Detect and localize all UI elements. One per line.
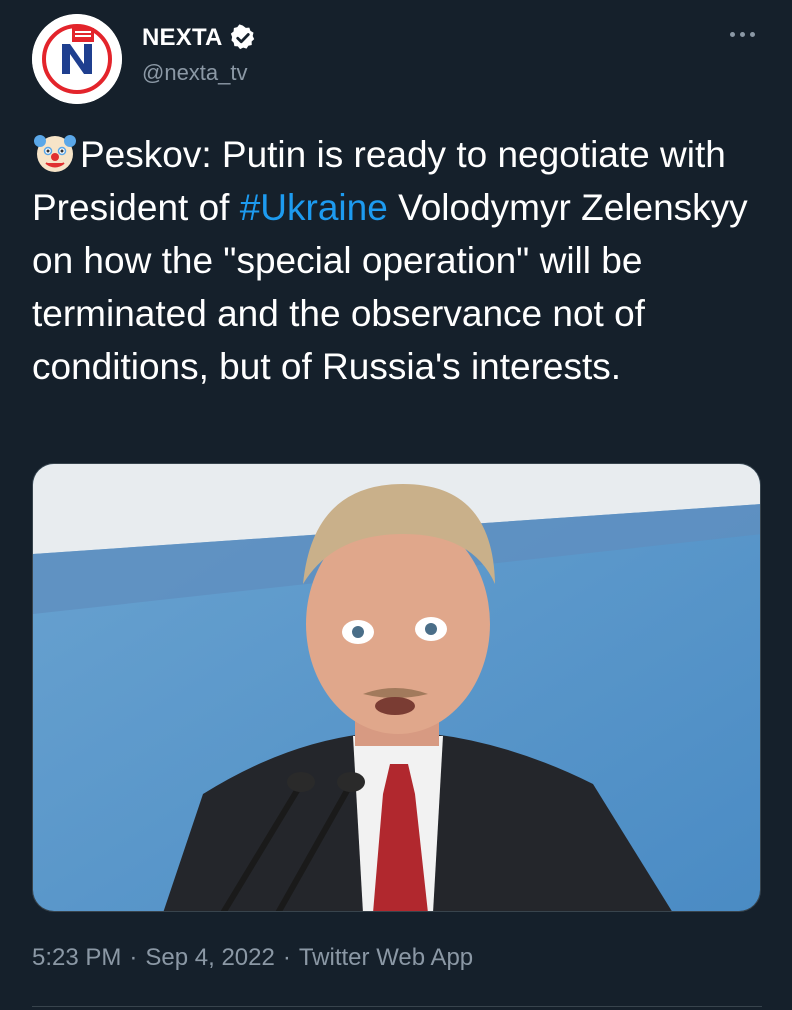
tweet-metadata: 5:23 PM · Sep 4, 2022 · Twitter Web App [32, 944, 473, 972]
tweet-photo[interactable] [32, 463, 761, 912]
verified-badge-icon [230, 24, 254, 50]
divider [32, 1006, 762, 1007]
hashtag-link[interactable]: #Ukraine [240, 187, 388, 228]
tweet-date[interactable]: Sep 4, 2022 [145, 944, 274, 971]
author-display-name-row[interactable]: NEXTA [142, 24, 257, 52]
nexta-logo-icon [32, 14, 122, 104]
meta-separator: · [129, 944, 138, 971]
tweet-time[interactable]: 5:23 PM [32, 944, 121, 971]
author-display-name[interactable]: NEXTA [142, 24, 223, 52]
photo-illustration [33, 464, 760, 911]
clown-face-emoji [34, 135, 76, 172]
author-handle[interactable]: @nexta_tv [142, 60, 257, 86]
tweet-source[interactable]: Twitter Web App [299, 944, 473, 971]
avatar[interactable] [32, 14, 122, 104]
tweet-text: Peskov: Putin is ready to negotiate with… [32, 128, 762, 393]
meta-separator: · [282, 944, 291, 971]
more-options-icon[interactable] [728, 24, 758, 44]
tweet-header: NEXTA @nexta_tv [32, 14, 762, 104]
